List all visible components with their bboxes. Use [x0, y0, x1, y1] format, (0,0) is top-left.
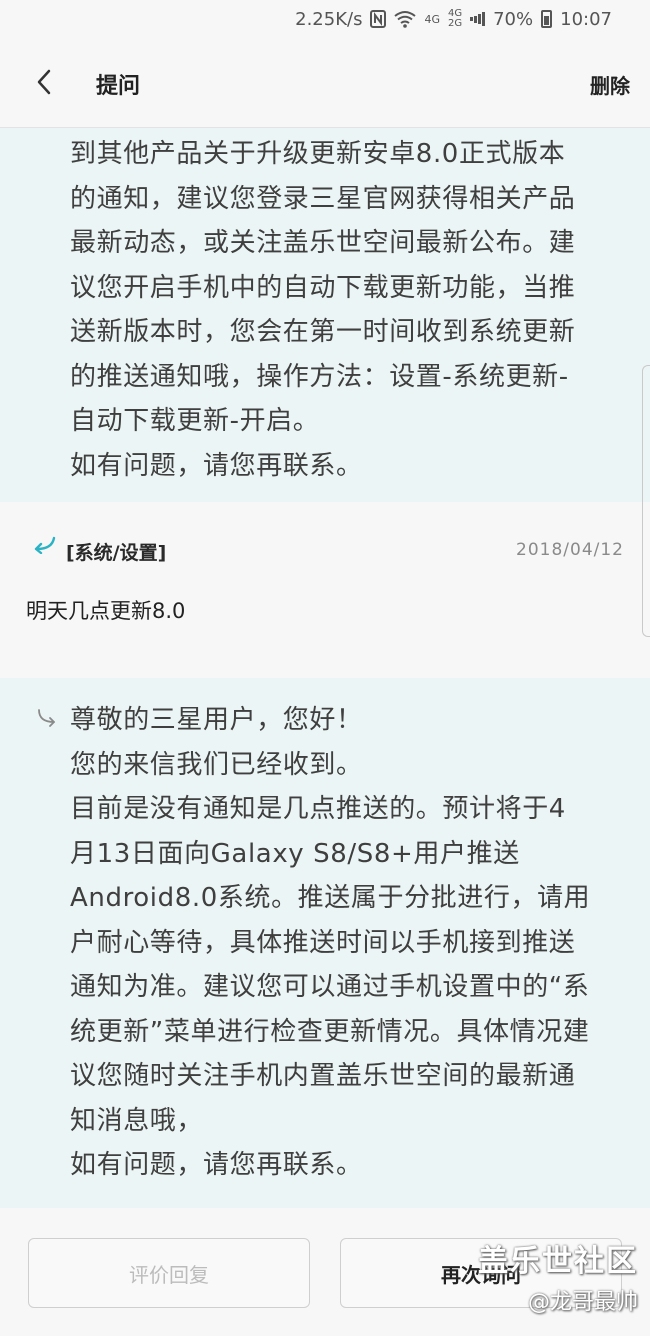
back-button[interactable] [26, 64, 62, 100]
reply-line: 议您开启手机中的自动下载更新功能，当推 [70, 272, 576, 303]
dual-network-type: 4G 2G [448, 9, 462, 29]
question-category: [系统/设置] [66, 542, 167, 564]
reply-message-1: 到其他产品关于升级更新安卓8.0正式版本 的通知，建议您登录三星官网获得相关产品… [0, 128, 650, 502]
reply-line: 尊敬的三星用户，您好！ [70, 705, 363, 735]
reply-line: 知消息哦， [70, 1105, 204, 1136]
app-header: 提问 删除 [0, 38, 650, 128]
reply-line: 的推送通知哦，操作方法：设置-系统更新- [70, 361, 569, 392]
watermark-user: @龙哥最帅 [527, 1290, 638, 1315]
watermark-brand: 盖乐世社区 [478, 1244, 638, 1279]
reply-line: 通知为准。建议您可以通过手机设置中的“系 [70, 972, 590, 1002]
clock: 10:07 [560, 8, 612, 30]
reply-line: 最新动态，或关注盖乐世空间最新公布。建 [70, 228, 576, 258]
network-speed: 2.25K/s [295, 8, 363, 30]
reply-arrow-icon [36, 708, 58, 732]
status-bar: 2.25K/s 4G 4G 2G 70% 10:07 [0, 0, 650, 38]
reply-line: Android8.0系统。推送属于分批进行，请用 [70, 883, 591, 913]
reply-line: 的通知，建议您登录三星官网获得相关产品 [70, 183, 576, 214]
reply-line: 议您随时关注手机内置盖乐世空间的最新通 [70, 1061, 576, 1091]
network-type-b: 2G [447, 18, 463, 29]
watermark: 盖乐世社区 @龙哥最帅 [478, 1236, 638, 1316]
page-title: 提问 [96, 74, 141, 99]
question-arrow-icon [32, 536, 56, 558]
reply-line: 送新版本时，您会在第一时间收到系统更新 [70, 317, 576, 347]
reply-line: 如有问题，请您再联系。 [70, 1150, 363, 1180]
network-type-top: 4G [424, 12, 440, 26]
question-date: 2018/04/12 [516, 540, 624, 560]
battery-level: 70% [493, 8, 534, 30]
rate-reply-button[interactable]: 评价回复 [28, 1238, 310, 1308]
question-item: [系统/设置] 2018/04/12 明天几点更新8.0 [0, 502, 650, 678]
chevron-left-icon [37, 69, 51, 95]
reply-line: 户耐心等待，具体推送时间以手机接到推送 [70, 927, 576, 958]
nfc-icon [370, 10, 387, 28]
signal-icon [470, 12, 486, 26]
reply-line: 月13日面向Galaxy S8/S8+用户推送 [70, 838, 520, 869]
reply-line: 自动下载更新-开启。 [70, 406, 320, 436]
question-text: 明天几点更新8.0 [26, 599, 186, 623]
reply-line: 统更新”菜单进行检查更新情况。具体情况建 [70, 1016, 590, 1047]
reply-line: 目前是没有通知是几点推送的。预计将于4 [70, 794, 566, 824]
wifi-icon [394, 10, 417, 28]
battery-icon [541, 10, 553, 28]
delete-button[interactable]: 删除 [590, 70, 630, 99]
scrollbar[interactable] [642, 365, 650, 637]
reply-line: 您的来信我们已经收到。 [70, 749, 363, 780]
reply-line: 到其他产品关于升级更新安卓8.0正式版本 [70, 139, 566, 169]
reply-message-2: 尊敬的三星用户，您好！ 您的来信我们已经收到。 目前是没有通知是几点推送的。预计… [0, 678, 650, 1208]
reply-line: 如有问题，请您再联系。 [70, 450, 363, 481]
